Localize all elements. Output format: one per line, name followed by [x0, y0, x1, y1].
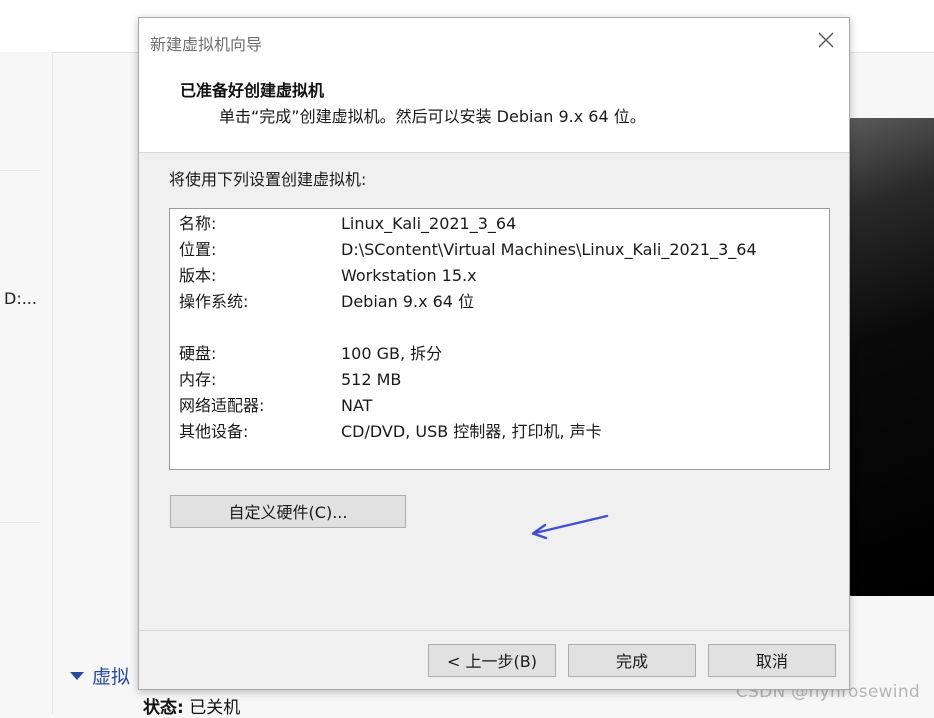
summary-key: 名称: [179, 214, 217, 233]
summary-value: Workstation 15.x [341, 266, 477, 285]
new-vm-wizard-dialog: 新建虚拟机向导 已准备好创建虚拟机 单击“完成”创建虚拟机。然后可以安装 Deb… [138, 17, 850, 690]
summary-key: 操作系统: [179, 292, 249, 311]
summary-row: 名称: Linux_Kali_2021_3_64 [179, 211, 819, 237]
summary-row: 硬盘: 100 GB, 拆分 [179, 341, 819, 367]
summary-value: Debian 9.x 64 位 [341, 292, 475, 311]
back-button[interactable]: < 上一步(B) [428, 644, 556, 677]
summary-key: 位置: [179, 240, 217, 259]
summary-key: 硬盘: [179, 344, 217, 363]
summary-value: CD/DVD, USB 控制器, 打印机, 声卡 [341, 422, 602, 441]
app-left-panel [0, 52, 53, 714]
summary-row: 位置: D:\SContent\Virtual Machines\Linux_K… [179, 237, 819, 263]
dialog-title: 新建虚拟机向导 [150, 35, 263, 54]
summary-row: 版本: Workstation 15.x [179, 263, 819, 289]
summary-value: 100 GB, 拆分 [341, 344, 443, 363]
divider [0, 522, 40, 523]
summary-value: 512 MB [341, 370, 402, 389]
vm-preview-screen [848, 118, 934, 596]
wizard-header: 已准备好创建虚拟机 单击“完成”创建虚拟机。然后可以安装 Debian 9.x … [139, 62, 849, 153]
summary-key: 内存: [179, 370, 217, 389]
summary-value: D:\SContent\Virtual Machines\Linux_Kali_… [341, 240, 757, 259]
arrow-icon [531, 514, 609, 540]
customize-hardware-button[interactable]: 自定义硬件(C)... [170, 495, 406, 528]
summary-row: 操作系统: Debian 9.x 64 位 [179, 289, 819, 315]
vm-section-label[interactable]: 虚拟 [92, 662, 130, 689]
vm-status: 状态: 已关机 [143, 693, 240, 718]
finish-button[interactable]: 完成 [568, 644, 696, 677]
close-icon[interactable] [813, 27, 839, 53]
triangle-down-icon[interactable] [70, 671, 84, 680]
settings-summary-box: 名称: Linux_Kali_2021_3_64 位置: D:\SContent… [169, 208, 830, 470]
summary-value: NAT [341, 396, 373, 415]
summary-key: 网络适配器: [179, 396, 265, 415]
cancel-button[interactable]: 取消 [708, 644, 836, 677]
summary-key: 版本: [179, 266, 217, 285]
vm-section-header[interactable]: 虚拟 [70, 662, 130, 689]
vm-path-text: D:... [4, 289, 37, 308]
summary-row: 其他设备: CD/DVD, USB 控制器, 打印机, 声卡 [179, 419, 819, 445]
intro-text: 将使用下列设置创建虚拟机: [169, 170, 367, 189]
header-subtitle: 单击“完成”创建虚拟机。然后可以安装 Debian 9.x 64 位。 [219, 107, 646, 126]
summary-row: 内存: 512 MB [179, 367, 819, 393]
summary-key: 其他设备: [179, 422, 249, 441]
dialog-titlebar[interactable]: 新建虚拟机向导 [139, 18, 849, 62]
divider [0, 170, 40, 171]
footer-divider [139, 630, 849, 631]
status-value: 已关机 [189, 698, 241, 718]
summary-value: Linux_Kali_2021_3_64 [341, 214, 517, 233]
close-button[interactable] [813, 27, 839, 53]
status-label: 状态: [143, 698, 184, 718]
header-title: 已准备好创建虚拟机 [180, 81, 325, 100]
summary-row: 网络适配器: NAT [179, 393, 819, 419]
